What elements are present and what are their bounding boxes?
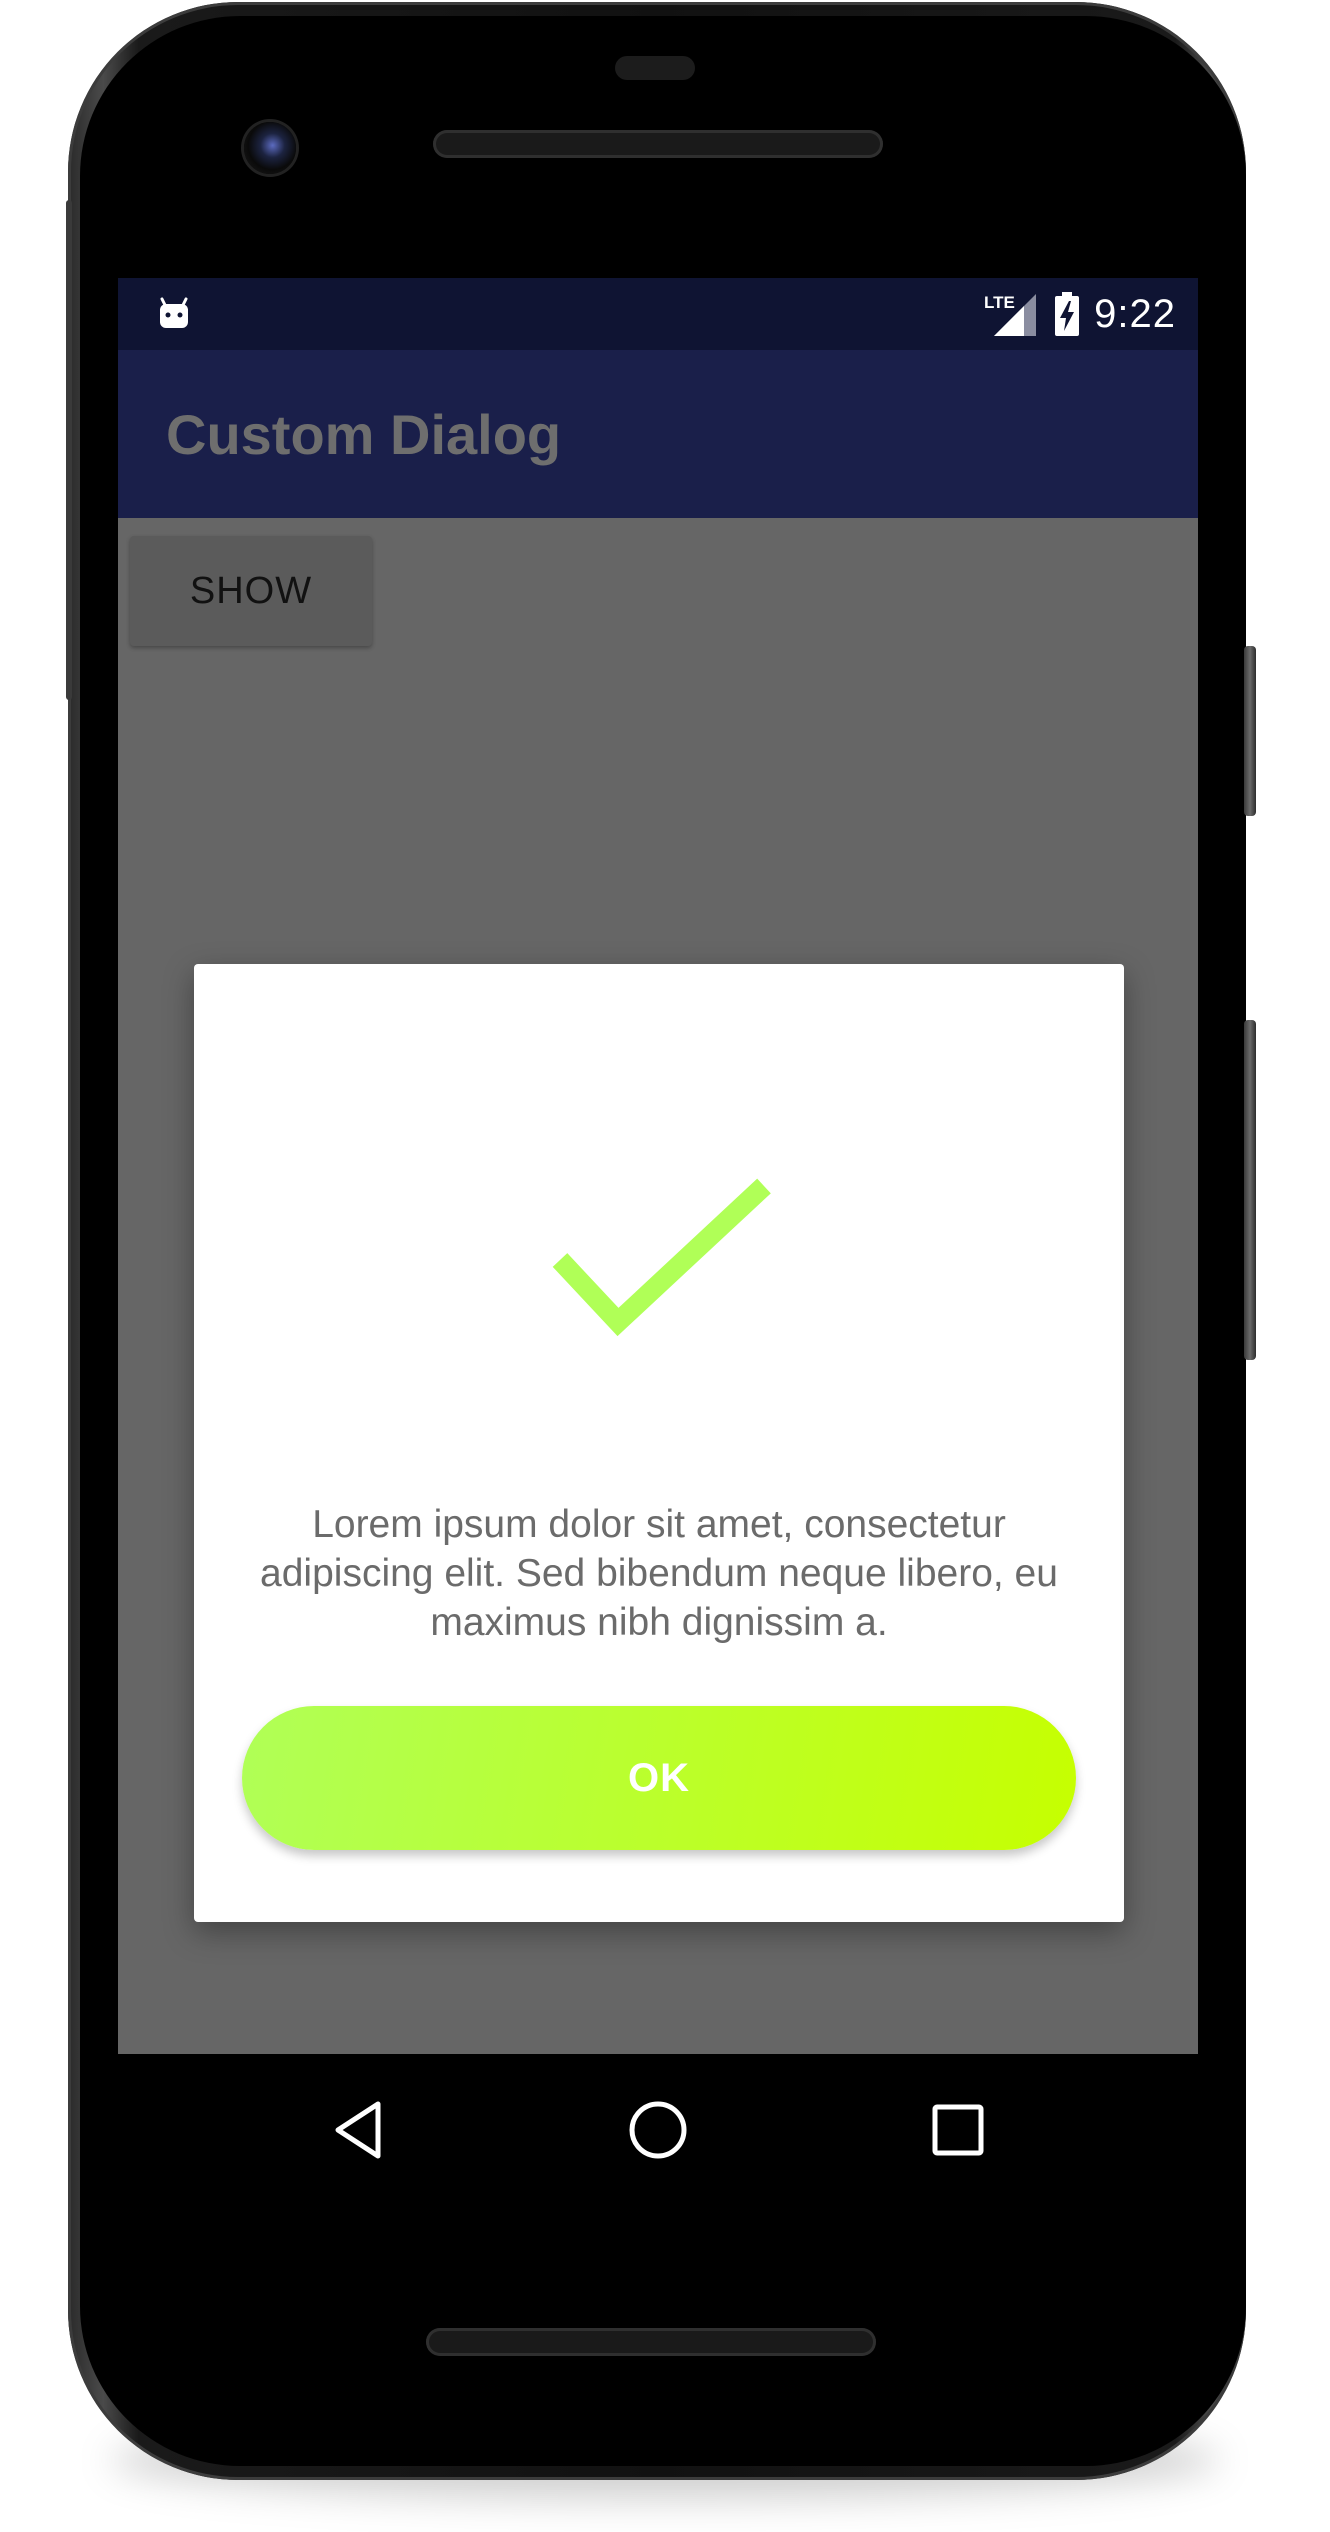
volume-button	[1244, 1020, 1256, 1360]
recents-icon[interactable]	[926, 2098, 990, 2162]
front-camera	[244, 122, 296, 174]
navigation-bar	[118, 2054, 1198, 2204]
frame-edge-left	[66, 200, 72, 700]
battery-charging-icon	[1055, 292, 1080, 336]
main-content: SHOW Lorem ipsum dolor sit amet, consect…	[118, 518, 1198, 2054]
lte-label: LTE	[984, 293, 1015, 312]
app-title: Custom Dialog	[166, 403, 562, 466]
status-time: 9:22	[1094, 291, 1176, 336]
sensor-slot	[615, 56, 695, 80]
bottom-speaker	[426, 2328, 876, 2356]
power-button	[1244, 646, 1256, 816]
lte-signal-icon: LTE	[984, 293, 1037, 336]
top-speaker	[433, 130, 883, 158]
custom-dialog: Lorem ipsum dolor sit amet, consectetur …	[194, 964, 1124, 1922]
dialog-message: Lorem ipsum dolor sit amet, consectetur …	[260, 1503, 1058, 1644]
status-bar: LTE 9:22	[118, 278, 1198, 350]
android-bot-icon	[160, 297, 188, 328]
app-bar: Custom Dialog	[118, 350, 1198, 518]
back-icon[interactable]	[328, 2098, 392, 2162]
status-icons: LTE 9:22	[982, 278, 1176, 350]
checkmark-icon	[552, 1178, 771, 1337]
show-button[interactable]: SHOW	[130, 536, 372, 646]
home-icon[interactable]	[626, 2098, 690, 2162]
device-screen: LTE 9:22 Custom Dialog SHOW Lorem ipsum …	[118, 278, 1198, 2054]
ok-button[interactable]: OK	[242, 1706, 1076, 1850]
